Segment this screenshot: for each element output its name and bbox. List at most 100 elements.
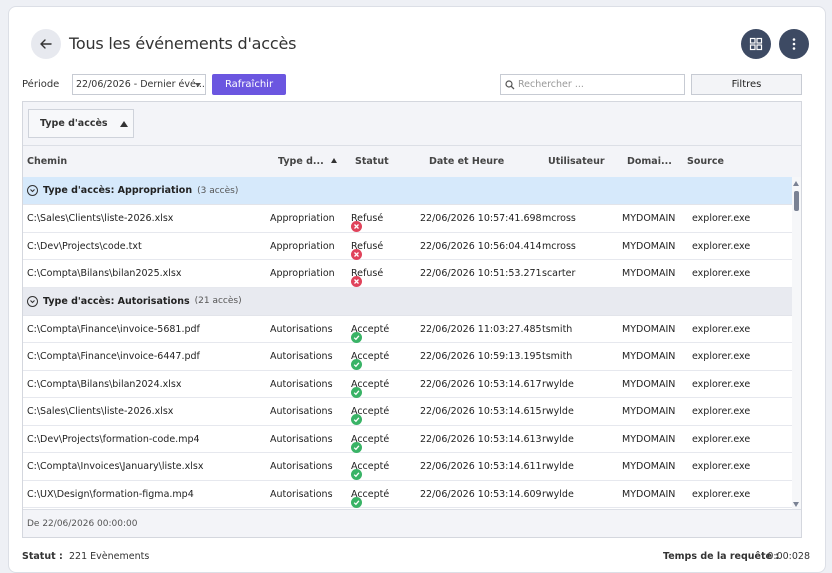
cell-date: 22/06/2026 11:03:27.485 (420, 323, 542, 335)
grid-rows: Type d'accès: Appropriation (3 accès) C:\S… (23, 177, 794, 511)
cell-source: explorer.exe (692, 378, 751, 390)
caret-down-icon (195, 83, 201, 87)
cell-user: scarter (542, 268, 576, 279)
more-options-button[interactable] (779, 29, 809, 59)
check-circle-icon (351, 331, 362, 343)
cell-source: explorer.exe (692, 351, 751, 362)
table-row[interactable]: C:\UX\Design\formation-figma.mp4 Autorisa… (23, 480, 794, 508)
cell-path: C:\UX\Design\formation-figma.mp4 (27, 488, 194, 500)
cell-status: Accepté (351, 324, 389, 343)
cell-user: rwylde (542, 488, 574, 500)
cell-user: rwylde (542, 378, 574, 390)
collapse-chevron-icon[interactable] (27, 295, 38, 307)
column-header-source[interactable]: Source (687, 156, 724, 167)
table-row[interactable]: C:\Compta\Finance\invoice-6447.pdf Autori… (23, 343, 794, 371)
search-box (500, 74, 685, 95)
cell-user: rwylde (542, 406, 574, 417)
scroll-thumb[interactable] (794, 191, 799, 211)
cell-source: explorer.exe (692, 240, 751, 252)
cell-type: Autorisations (270, 378, 333, 390)
cell-type: Autorisations (270, 323, 333, 335)
cell-source: explorer.exe (692, 323, 751, 335)
cell-path: C:\Sales\Clients\liste-2026.xlsx (27, 213, 174, 224)
sort-ascending-icon (330, 158, 337, 163)
check-circle-icon (351, 359, 362, 370)
group-chip-access-type[interactable]: Type d'accès (28, 109, 134, 138)
table-row[interactable]: C:\Compta\Bilans\bilan2024.xlsx Autorisat… (23, 370, 794, 398)
cell-type: Autorisations (270, 461, 333, 472)
back-button[interactable] (31, 29, 61, 59)
collapse-chevron-icon[interactable] (27, 185, 38, 196)
cell-status: Accepté (351, 351, 389, 370)
period-value: 22/06/2026 - Dernier évé... (76, 79, 205, 90)
table-row[interactable]: C:\Sales\Clients\liste-2026.xlsx Autorisa… (23, 398, 794, 426)
search-input[interactable] (518, 79, 678, 90)
cell-source: explorer.exe (692, 461, 751, 472)
column-header-type[interactable]: Type d... (278, 156, 337, 167)
cell-date: 22/06/2026 10:56:04.414 (420, 240, 542, 252)
cell-domain: MYDOMAIN (622, 488, 676, 500)
cell-type: Appropriation (270, 213, 335, 224)
cell-type: Autorisations (270, 351, 333, 362)
cell-source: explorer.exe (692, 433, 751, 445)
column-header-type-label: Type d... (278, 156, 324, 167)
cell-domain: MYDOMAIN (622, 378, 676, 390)
arrow-left-icon (40, 39, 52, 49)
grid-view-button[interactable] (741, 29, 771, 59)
cell-date: 22/06/2026 10:57:41.698 (420, 213, 542, 224)
toolbar: Période 22/06/2026 - Dernier évé... Rafr… (22, 74, 816, 96)
group-row[interactable]: Type d'accès: Autorisations (21 accès) (23, 287, 794, 316)
table-row[interactable]: C:\Dev\Projects\formation-code.mp4 Autori… (23, 425, 794, 453)
group-row[interactable]: Type d'accès: Appropriation (3 accès) (23, 177, 794, 205)
cell-domain: MYDOMAIN (622, 323, 676, 335)
cell-user: rwylde (542, 433, 574, 445)
cell-status: Accepté (351, 489, 389, 508)
group-chip-label: Type d'accès (40, 118, 108, 129)
status-bar: Statut : 221 Evènements Temps de la requ… (22, 551, 810, 565)
cell-user: tsmith (542, 323, 573, 335)
cell-type: Appropriation (270, 268, 335, 279)
cell-domain: MYDOMAIN (622, 461, 676, 472)
refresh-button[interactable]: Rafraîchir (212, 74, 286, 95)
column-header-domain[interactable]: Domai... (627, 156, 672, 167)
cell-path: C:\Compta\Finance\invoice-6447.pdf (27, 351, 200, 362)
cell-type: Autorisations (270, 406, 333, 417)
group-count: (3 accès) (197, 185, 239, 196)
group-by-panel: Type d'accès (23, 102, 801, 146)
error-circle-icon (351, 276, 362, 287)
cell-status: Accepté (351, 461, 389, 480)
table-row[interactable]: C:\Compta\Bilans\bilan2025.xlsx Appropria… (23, 260, 794, 288)
column-header-user[interactable]: Utilisateur (548, 156, 605, 167)
query-time-label: Temps de la requête : (663, 551, 780, 562)
cell-user: rwylde (542, 461, 574, 472)
column-header-path[interactable]: Chemin (27, 156, 67, 167)
cell-domain: MYDOMAIN (622, 351, 676, 362)
table-row[interactable]: C:\Compta\Invoices\January\liste.xlsx Aut… (23, 453, 794, 481)
page-title: Tous les événements d'accès (69, 34, 297, 53)
cell-domain: MYDOMAIN (622, 406, 676, 417)
group-count: (21 accès) (194, 296, 242, 306)
filters-button[interactable]: Filtres (691, 74, 802, 95)
error-circle-icon (351, 248, 362, 260)
period-select[interactable]: 22/06/2026 - Dernier évé... (72, 74, 206, 95)
cell-domain: MYDOMAIN (622, 240, 676, 252)
table-row[interactable]: C:\Compta\Finance\invoice-5681.pdf Autori… (23, 315, 794, 343)
table-row[interactable]: C:\Sales\Clients\liste-2026.xlsx Appropri… (23, 205, 794, 233)
cell-source: explorer.exe (692, 213, 751, 224)
events-grid: Type d'accès Chemin Type d... Statut Dat… (22, 101, 802, 538)
column-header-date[interactable]: Date et Heure (429, 156, 504, 167)
column-header-status[interactable]: Statut (355, 156, 389, 167)
column-header-row: Chemin Type d... Statut Date et Heure Ut… (23, 147, 801, 176)
check-circle-icon (351, 386, 362, 398)
table-row[interactable]: C:\Dev\Projects\code.txt Appropriation Ref… (23, 232, 794, 260)
cell-path: C:\Sales\Clients\liste-2026.xlsx (27, 406, 174, 417)
cell-user: mcross (542, 240, 576, 252)
scroll-down-icon[interactable] (793, 502, 799, 507)
cell-domain: MYDOMAIN (622, 213, 676, 224)
check-circle-icon (351, 441, 362, 453)
cell-status: Refusé (351, 268, 383, 287)
vertical-scrollbar[interactable] (792, 177, 801, 511)
scroll-up-icon[interactable] (793, 181, 799, 186)
more-vertical-icon (792, 38, 796, 50)
grid-icon (749, 37, 763, 51)
